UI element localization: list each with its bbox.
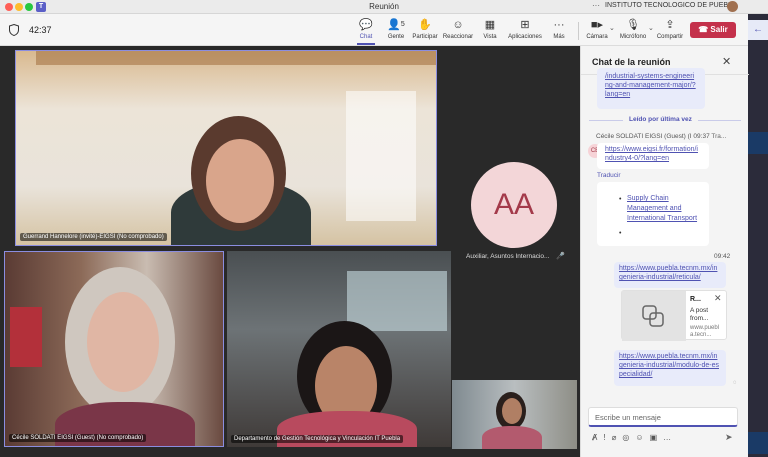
video-tile-departamento[interactable]: Departamento de Gestión Tecnológica y Vi… [227,251,451,447]
participant-face [206,139,274,223]
title-bar: T Reunión ··· INSTITUTO TECNOLOGICO DE P… [0,0,768,14]
more-options-icon[interactable]: ··· [592,1,600,10]
chat-message: https://www.eigsi.fr/formation/industry4… [597,143,709,169]
participant-name: Auxiliar, Asuntos Internacio... [466,253,550,260]
participant-name: Guerrand Hannelore (invité)-EIGSI (No co… [20,233,167,241]
chat-message: https://www.puebla.tecnm.mx/ingenieria-i… [614,262,726,288]
chat-button[interactable]: 💬 Chat [354,18,378,44]
compose-toolbar: Ⱥ!⌀◎☺▣… [592,433,742,442]
gif-icon[interactable]: ▣ [650,433,664,442]
participant-face [502,398,522,424]
people-button[interactable]: 👤5 Gente [383,18,409,44]
raise-hand-button[interactable]: ✋ Participar [410,18,440,44]
participant-name: Departamento de Gestión Tecnológica y Vi… [231,435,404,443]
react-button[interactable]: ☺ Reaccionar [441,18,475,44]
more-icon[interactable]: … [663,433,677,442]
link-preview-domain: www.puebla.tecn... [690,325,720,338]
window-background [347,271,447,331]
back-arrow-icon[interactable]: ← [748,20,768,40]
toolbar-divider [578,22,579,40]
message-link[interactable]: https://www.eigsi.fr/formation/industry4… [605,145,701,163]
link-icon [642,305,664,327]
link-preview-description: A post from... [690,307,709,322]
video-tile-guerrand[interactable]: Guerrand Hannelore (invité)-EIGSI (No co… [15,50,437,246]
wall-poster [10,307,42,367]
translate-link[interactable]: Traducir [597,172,621,179]
shield-icon [9,24,19,36]
chat-panel: Chat de la reunión ✕ /industrial-systems… [580,46,749,457]
camera-icon: ■▸ [590,19,604,31]
send-icon[interactable]: ➤ [725,432,733,443]
format-icon[interactable]: Ⱥ [592,433,603,442]
people-count: 5 [400,21,405,28]
chat-message: Supply Chain Management and Internationa… [597,182,709,246]
translate-short[interactable]: Tra... [711,133,726,140]
raise-hand-icon: ✋ [418,19,432,31]
people-icon: 👤5 [387,19,405,31]
meeting-toolbar: 42:37 💬 Chat 👤5 Gente ✋ Participar ☺ Rea… [0,14,748,46]
view-button[interactable]: ▦ Vista [479,18,501,44]
priority-icon[interactable]: ! [603,433,611,442]
read-marker: Leído por última vez [623,116,698,123]
participant-name: Cécile SOLDATI EIGSI (Guest) (No comprob… [9,434,147,442]
phone-icon: ☎ [698,25,709,34]
chat-message: /industrial-systems-engineering-and-mana… [597,68,705,109]
more-icon: ··· [553,19,565,31]
chat-icon: 💬 [359,19,373,31]
microphone-muted-icon: 🎤 [556,253,565,260]
apps-button[interactable]: ⊞ Aplicaciones [505,18,545,44]
message-link[interactable]: https://www.puebla.tecnm.mx/ingenieria-i… [619,264,721,282]
participant-avatar[interactable]: AA [471,162,557,248]
side-strip-block [748,132,768,154]
microphone-options-chevron-icon[interactable]: ⌄ [648,24,654,32]
close-icon[interactable]: ✕ [722,55,731,68]
video-tile-self[interactable] [452,380,577,449]
loop-icon[interactable]: ◎ [622,433,635,442]
chat-active-indicator [357,43,375,45]
chat-title: Chat de la reunión [592,57,671,67]
ceiling-beams [36,51,436,65]
chat-message: https://www.puebla.tecnm.mx/ingenieria-i… [614,350,726,386]
camera-options-chevron-icon[interactable]: ⌄ [609,24,615,32]
message-sender: Cécile SOLDATI EIGSI (Guest) (I 09:37 Tr… [596,133,727,140]
message-seen-icon: ◌ [733,380,737,386]
bullet-point: • [619,196,622,203]
user-avatar[interactable] [727,1,738,12]
emoji-icon[interactable]: ☺ [635,433,649,442]
message-link[interactable]: https://www.puebla.tecnm.mx/ingenieria-i… [619,352,721,379]
message-link[interactable]: /industrial-systems-engineering-and-mana… [605,72,697,105]
side-strip-block [748,432,768,454]
organization-name: INSTITUTO TECNOLOGICO DE PUEBLA [605,2,737,9]
window-background [346,91,416,221]
participant-face [87,292,159,392]
share-button[interactable]: ⇪ Compartir [655,18,685,44]
video-tile-cecile[interactable]: Cécile SOLDATI EIGSI (Guest) (No comprob… [4,251,224,447]
bullet-point: • [619,230,622,237]
share-icon: ⇪ [665,19,675,31]
participant-body [482,426,542,449]
more-button[interactable]: ··· Más [549,18,569,44]
microphone-icon: 🎙 [626,19,640,31]
video-stage: Guerrand Hannelore (invité)-EIGSI (No co… [0,46,580,457]
meeting-timer: 42:37 [29,25,52,35]
attach-icon[interactable]: ⌀ [612,433,623,442]
link-preview-card[interactable]: R... ✕ A post from... www.puebla.tecn... [621,290,727,341]
close-preview-icon[interactable]: ✕ [714,293,722,304]
message-input[interactable]: Escribe un mensaje [588,407,738,427]
plus-square-icon: ⊞ [520,19,530,31]
leave-button[interactable]: ☎ Salir [690,22,736,38]
smile-icon: ☺ [452,19,464,31]
link-preview-title: R... [690,296,701,303]
message-time: 09:42 [714,253,731,260]
microphone-button[interactable]: 🎙 Micrófono [618,18,648,44]
grid-icon: ▦ [484,19,496,31]
link-preview-image [622,291,686,341]
message-time: 09:37 [693,133,710,140]
message-link[interactable]: Supply Chain Management and Internationa… [627,194,701,224]
side-strip [748,14,768,457]
camera-button[interactable]: ■▸ Cámara [585,18,609,44]
